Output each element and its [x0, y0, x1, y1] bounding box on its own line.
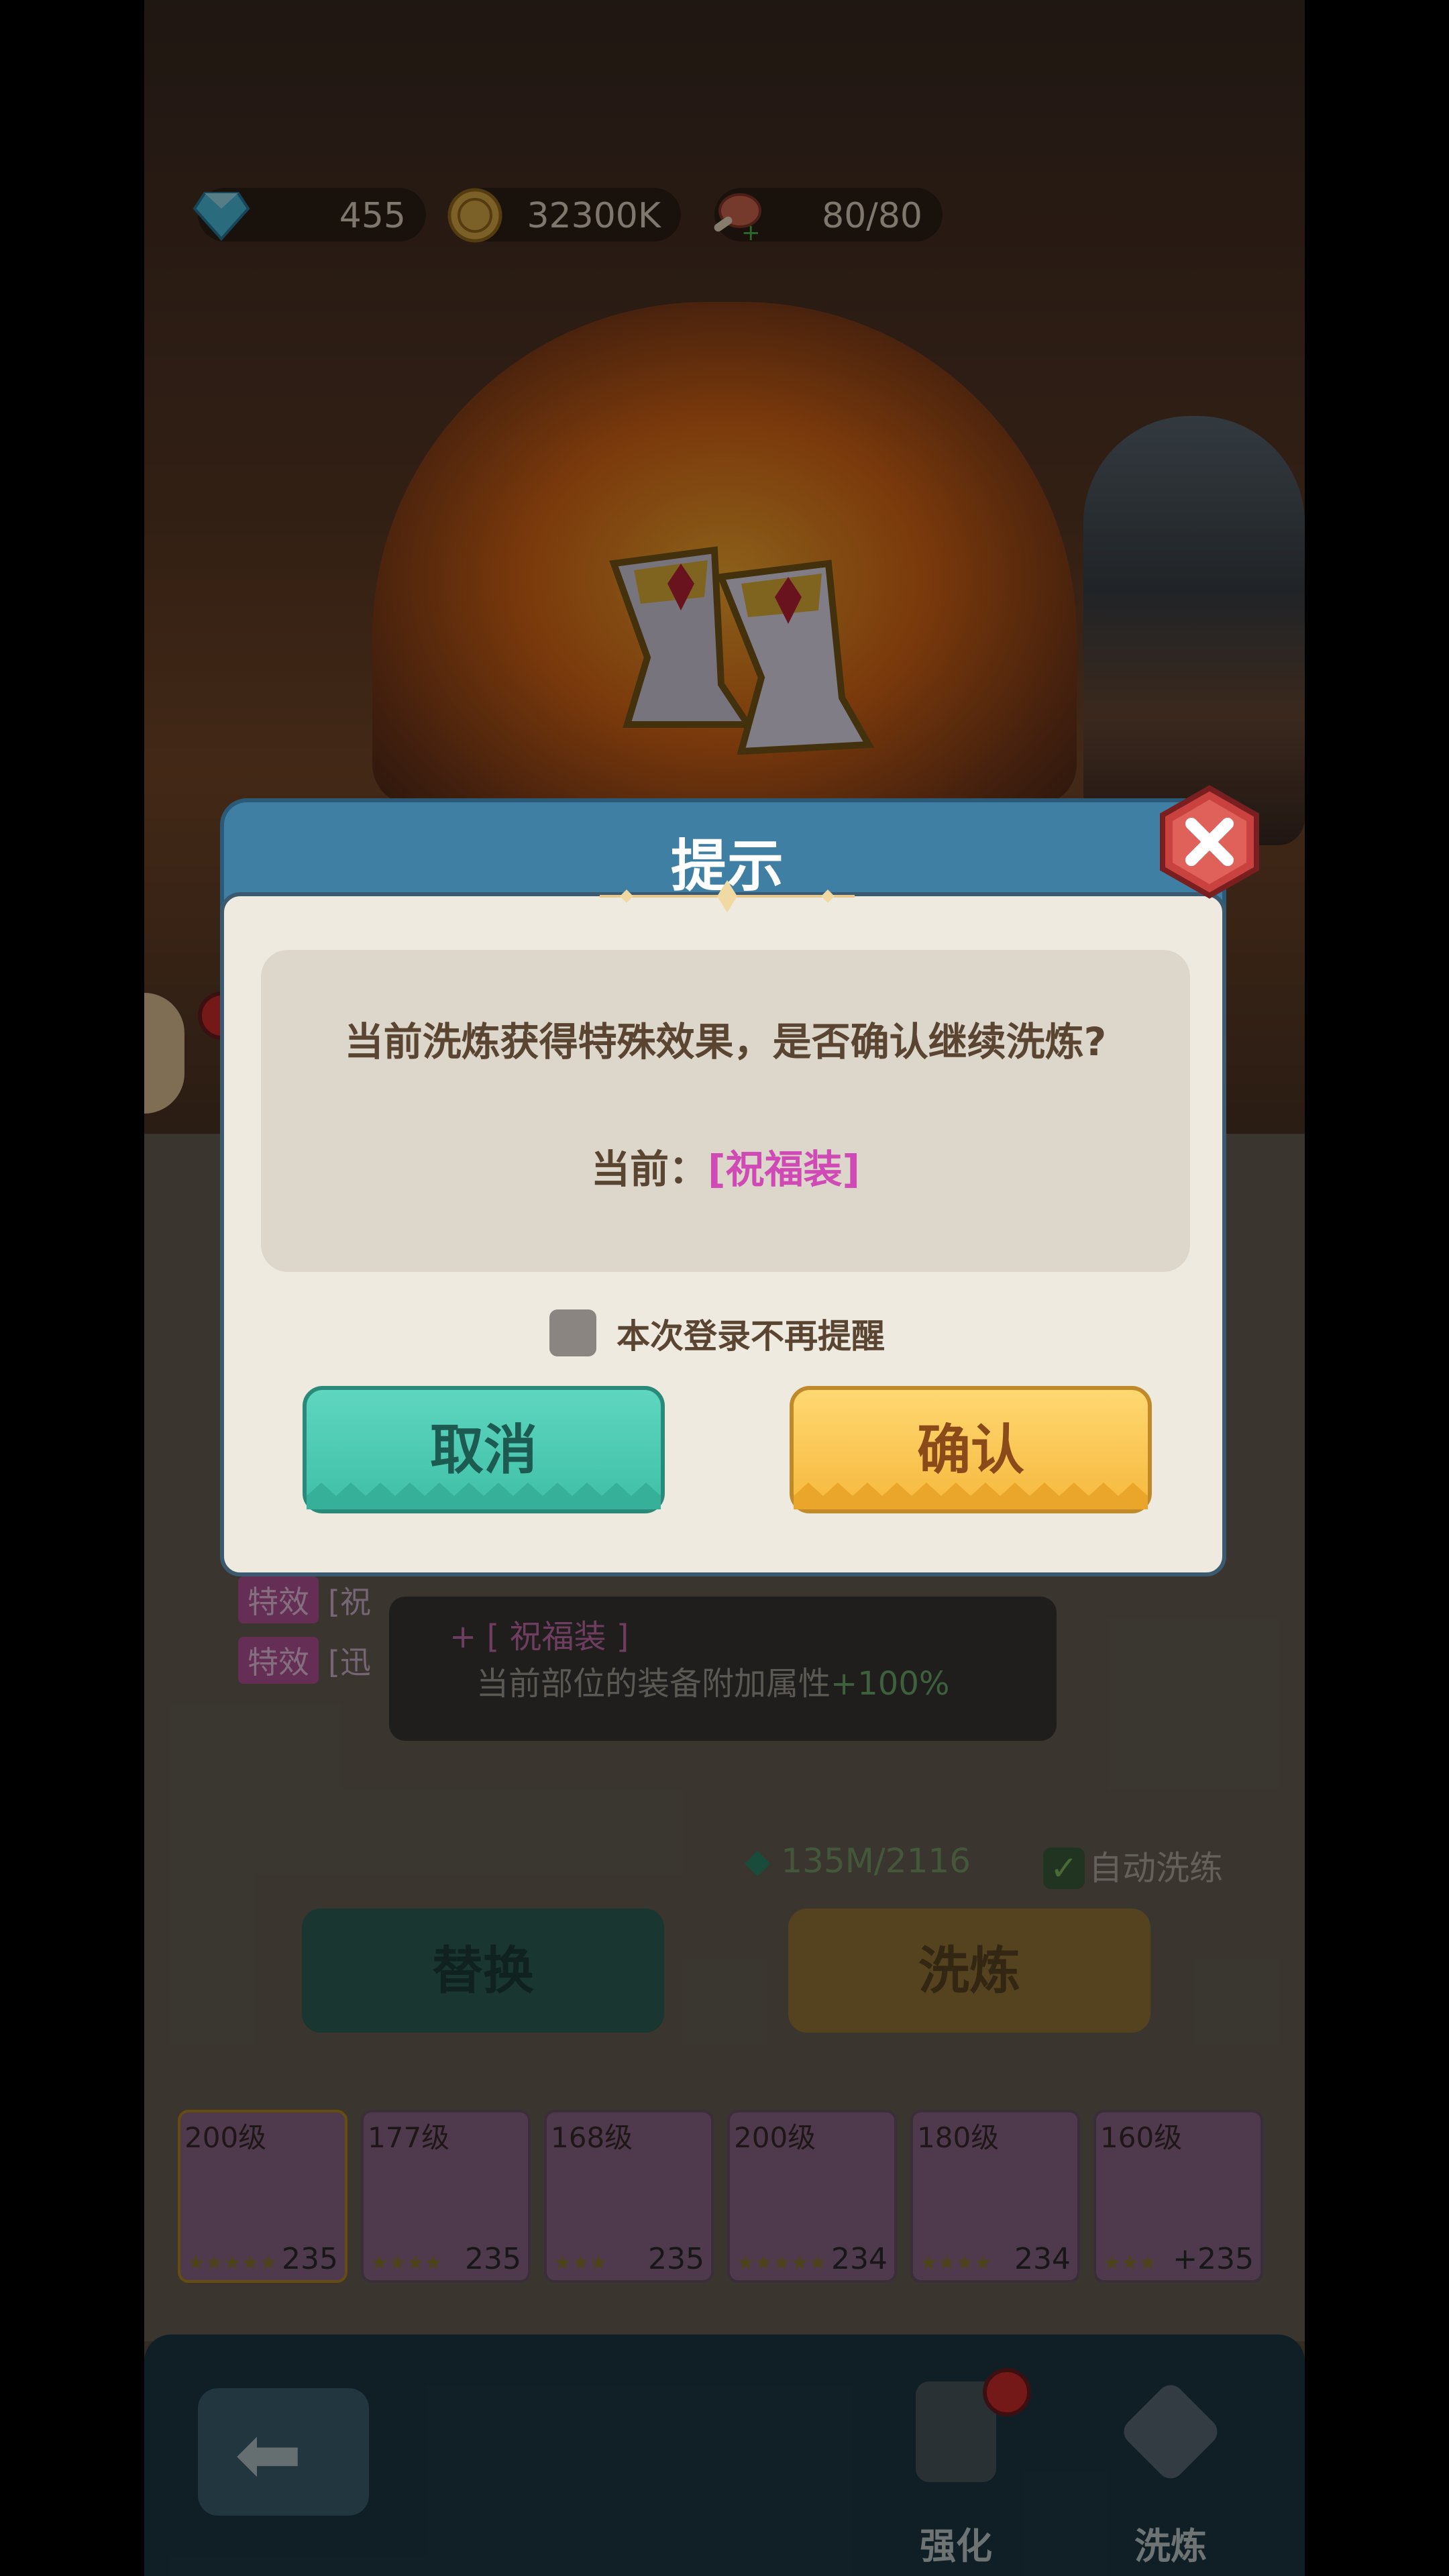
button-zigzag: [794, 1483, 1148, 1509]
ornament-icon: [600, 880, 855, 912]
dialog-body: 当前洗炼获得特殊效果，是否确认继续洗炼? 当前：[祝福装] 本次登录不再提醒 取…: [220, 880, 1226, 1576]
confirm-button[interactable]: 确认: [790, 1386, 1152, 1513]
dialog-message: 当前洗炼获得特殊效果，是否确认继续洗炼?: [344, 1019, 1107, 1065]
close-icon[interactable]: [1152, 785, 1267, 899]
current-effect: 当前：[祝福装]: [261, 1138, 1190, 1194]
cancel-button-label: 取消: [430, 1419, 537, 1481]
remember-checkbox[interactable]: [549, 1309, 596, 1356]
confirm-dialog: 提示 当前洗炼获得特殊效果，是否确认继续洗炼? 当前：[祝福装] 本次登录不再提…: [220, 785, 1259, 1576]
current-effect-label: 当前：: [590, 1146, 708, 1192]
remember-label: 本次登录不再提醒: [616, 1317, 885, 1356]
confirm-button-label: 确认: [917, 1419, 1024, 1481]
current-effect-value: [祝福装]: [707, 1146, 861, 1192]
remember-option[interactable]: 本次登录不再提醒: [549, 1305, 952, 1359]
cancel-button[interactable]: 取消: [303, 1386, 665, 1513]
message-box: 当前洗炼获得特殊效果，是否确认继续洗炼? 当前：[祝福装]: [261, 950, 1190, 1272]
button-zigzag: [307, 1483, 661, 1509]
